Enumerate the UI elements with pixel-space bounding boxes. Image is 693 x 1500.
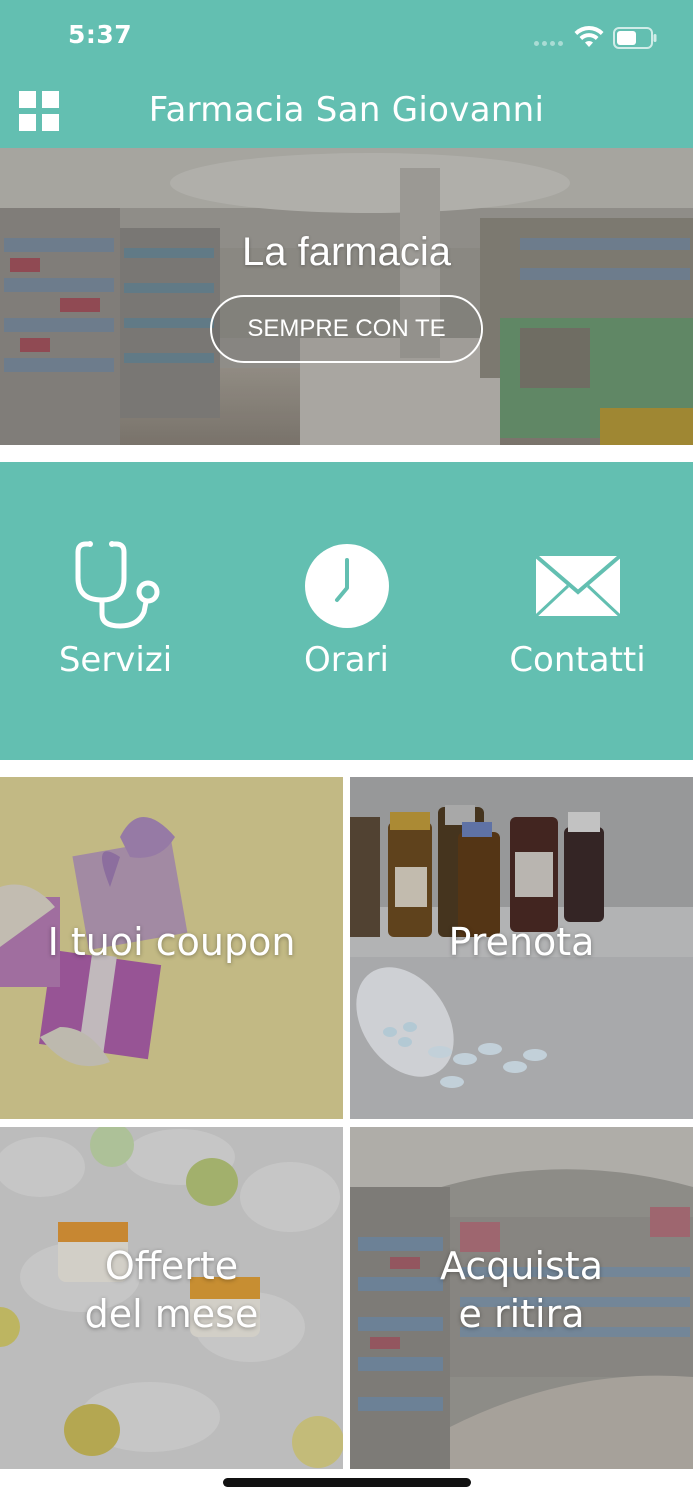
quick-action-label: Orari [304, 640, 389, 680]
status-time: 5:37 [68, 20, 133, 49]
envelope-icon [534, 554, 621, 618]
hero-title: La farmacia [242, 230, 451, 274]
quick-action-contatti[interactable]: Contatti [462, 532, 693, 692]
battery-icon [613, 27, 657, 49]
quick-action-orari[interactable]: Orari [231, 532, 462, 692]
home-indicator[interactable] [223, 1478, 471, 1487]
hero-button[interactable]: SEMPRE CON TE [210, 295, 483, 363]
app-title: Farmacia San Giovanni [148, 90, 545, 130]
tile-label: Acquista [440, 1244, 603, 1288]
tile-offerte[interactable]: Offerte del mese [0, 1127, 343, 1469]
clock-icon [304, 544, 389, 628]
cellular-signal-icon [534, 41, 563, 46]
tile-acquista[interactable]: Acquista e ritira [350, 1127, 693, 1469]
quick-action-label: Servizi [58, 640, 173, 680]
status-bar: 5:37 [0, 0, 693, 72]
app-header: Farmacia San Giovanni [0, 72, 693, 148]
quick-action-servizi[interactable]: Servizi [0, 532, 231, 692]
tile-label: Offerte [104, 1244, 239, 1288]
tile-label: I tuoi coupon [47, 920, 296, 964]
tile-label-line2: e ritira [458, 1292, 585, 1336]
quick-action-label: Contatti [509, 640, 646, 680]
tile-label: Prenota [448, 920, 595, 964]
quick-actions-panel: Servizi Orari Contatti [0, 462, 693, 760]
tile-coupon[interactable]: I tuoi coupon [0, 777, 343, 1119]
stethoscope-icon [75, 541, 159, 629]
tile-prenota[interactable]: Prenota [350, 777, 693, 1119]
hero-banner[interactable]: La farmacia SEMPRE CON TE [0, 148, 693, 445]
wifi-icon [574, 25, 604, 47]
tile-label-line2: del mese [84, 1292, 259, 1336]
